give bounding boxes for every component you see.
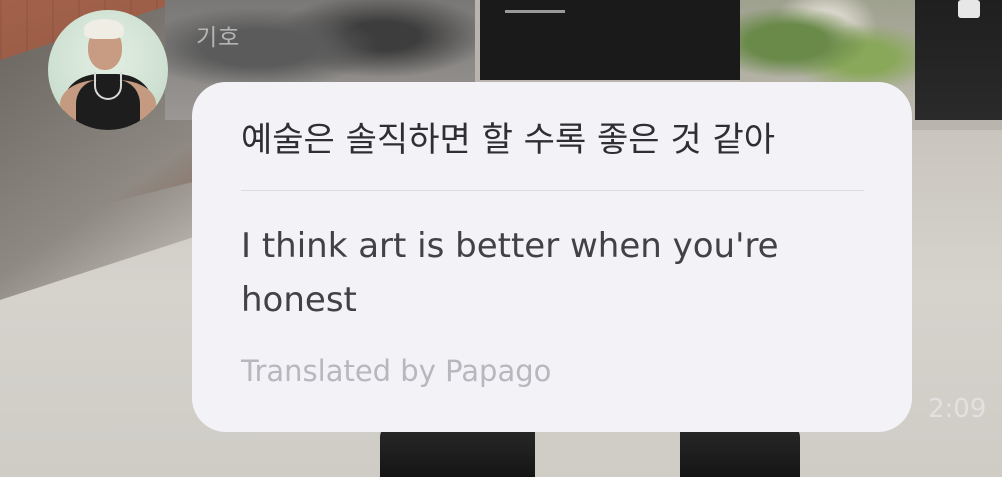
background-door (915, 0, 1002, 120)
translation-divider (241, 189, 864, 191)
message-bubble[interactable]: 예술은 솔직하면 할 수록 좋은 것 같아 I think art is bet… (192, 82, 912, 432)
translated-message-text: I think art is better when you're honest (241, 225, 779, 320)
avatar-hair (84, 19, 124, 39)
background-door-handle (958, 0, 980, 18)
message-timestamp: 2:09 (928, 394, 987, 424)
sender-name[interactable]: 기호 (196, 18, 240, 52)
background-zipper (505, 10, 565, 25)
background-gap (535, 432, 680, 477)
avatar-chain (94, 72, 122, 100)
sender-avatar[interactable] (48, 10, 168, 130)
translation-credit: Translated by Papago (241, 353, 552, 388)
original-message-text: 예술은 솔직하면 할 수록 좋은 것 같아 (241, 120, 776, 160)
